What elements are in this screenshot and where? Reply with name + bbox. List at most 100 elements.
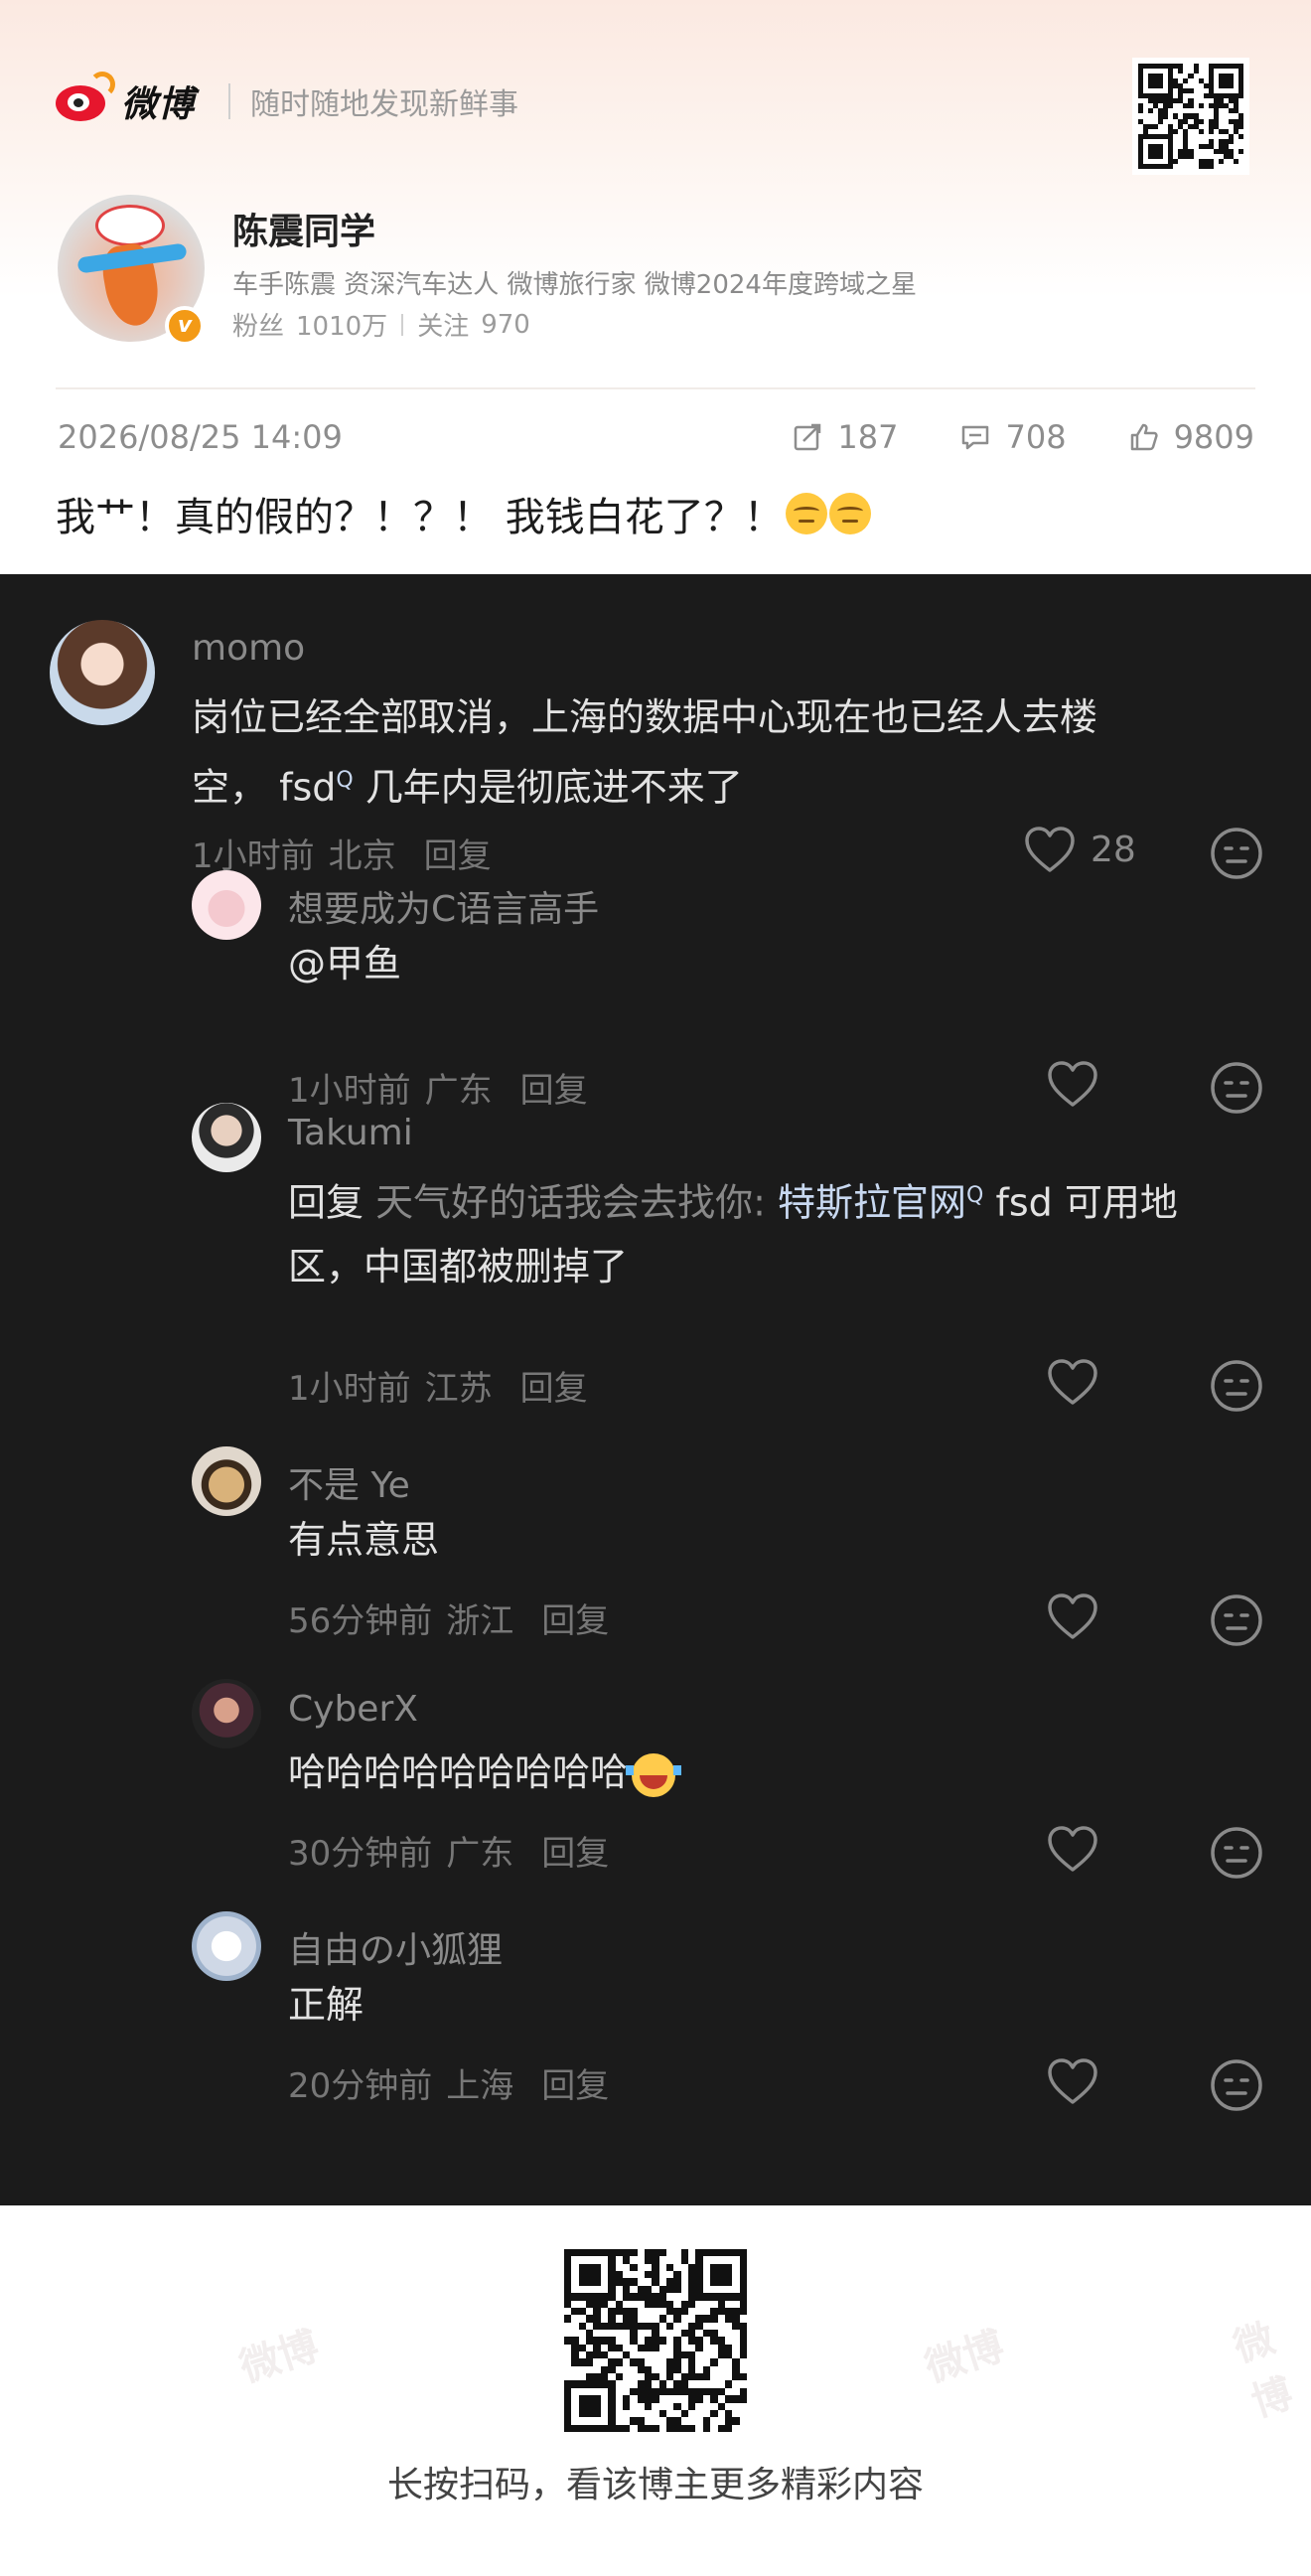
comment-line: 岗位已经全部取消，上海的数据中心现在也已经人去楼 [192, 695, 1098, 739]
qr-code-icon [1132, 58, 1249, 175]
avatar[interactable] [50, 620, 155, 725]
repost-button[interactable]: 187 [792, 418, 898, 456]
post-text: 我艹！真的假的？！？！ 我钱白花了？！ [56, 495, 784, 540]
watermark: 微博 [234, 2323, 325, 2392]
comment-location: 北京 [328, 836, 396, 876]
avatar[interactable] [192, 1679, 261, 1748]
comment-button[interactable]: 708 [959, 418, 1067, 456]
author-name[interactable]: 陈震同学 [232, 203, 375, 254]
dizzy-emoji-icon [785, 493, 827, 534]
like-button[interactable] [1046, 2056, 1099, 2106]
like-button[interactable] [1046, 1357, 1099, 1407]
qr-code-icon[interactable] [558, 2243, 753, 2438]
laugh-cry-emoji-icon [626, 1752, 682, 1797]
commenter-name[interactable]: 自由の小狐狸 [288, 1921, 503, 1973]
comment-location: 浙江 [446, 1601, 514, 1641]
divider [56, 387, 1255, 389]
reply-button[interactable]: 回复 [541, 2058, 609, 2107]
comment-line: 空， fsdQ 几年内是彻底进不来了 [192, 749, 1097, 820]
comment-meta: 1小时前 广东 回复 [288, 1063, 588, 1112]
watermark: 微博 [1228, 2315, 1299, 2427]
comment-time: 1小时前 [288, 1071, 411, 1111]
comment-time: 56分钟前 [288, 1601, 433, 1641]
avatar[interactable] [192, 870, 261, 940]
brand-name: 微博 [121, 84, 196, 125]
fans-count: 1010万 [296, 312, 388, 342]
comment-link[interactable]: 特斯拉官网 [778, 1181, 966, 1225]
brand[interactable]: 微博 随时随地发现新鲜事 [56, 62, 518, 141]
heart-icon [1048, 1826, 1097, 1872]
reply-button[interactable]: 回复 [520, 1361, 588, 1410]
comment-meta: 56分钟前 浙江 回复 [288, 1593, 609, 1642]
commenter-name[interactable]: CyberX [288, 1689, 418, 1730]
avatar[interactable] [192, 1103, 261, 1172]
following-count: 970 [481, 309, 530, 340]
post-content: 我艹！真的假的？！？！ 我钱白花了？！ [56, 485, 871, 542]
comment-text: 岗位已经全部取消，上海的数据中心现在也已经人去楼 空， fsdQ 几年内是彻底进… [192, 685, 1097, 820]
watermark: 微博 [920, 2323, 1010, 2392]
reply-button[interactable]: 回复 [541, 1593, 609, 1642]
repost-icon [795, 423, 821, 451]
comment-screenshot: momo 岗位已经全部取消，上海的数据中心现在也已经人去楼 空， fsdQ 几年… [0, 574, 1311, 2205]
reply-button[interactable]: 回复 [541, 1826, 609, 1875]
comment-line: 回复 天气好的话我会去找你: 特斯拉官网Q fsd 可用地 [288, 1164, 1178, 1235]
heart-icon [1025, 827, 1075, 872]
post-header: 微博 随时随地发现新鲜事 v 陈震同学 车手陈震 资深汽车达人 微博旅行家 微博… [0, 0, 1311, 574]
comment-text-part: 空， fsd [192, 765, 337, 810]
comment-meta: 1小时前 北京 回复 [192, 829, 492, 877]
comment-text-part: 几年内是彻底进不来了 [353, 765, 743, 810]
face-icon[interactable] [1210, 827, 1263, 880]
reply-button[interactable]: 回复 [520, 1063, 588, 1112]
face-icon[interactable] [1210, 1593, 1263, 1647]
search-icon: Q [336, 768, 354, 793]
qr-caption: 长按扫码，看该博主更多精彩内容 [386, 2465, 924, 2505]
like-button[interactable] [1046, 1591, 1099, 1641]
search-icon: Q [966, 1183, 984, 1208]
commenter-name[interactable]: momo [192, 628, 305, 669]
comment-text: 有点意思 [288, 1518, 440, 1562]
avatar[interactable] [192, 1446, 261, 1516]
like-count: 9809 [1173, 418, 1254, 456]
comment-meta: 1小时前 江苏 回复 [288, 1361, 588, 1410]
face-icon[interactable] [1210, 1826, 1263, 1880]
comment-location: 上海 [446, 2066, 514, 2106]
like-button[interactable]: 9809 [1128, 418, 1254, 456]
face-icon[interactable] [1210, 1061, 1263, 1115]
brand-slogan: 随时随地发现新鲜事 [250, 87, 519, 122]
heart-icon [1048, 1359, 1097, 1405]
face-icon[interactable] [1210, 2058, 1263, 2112]
weibo-logo-icon [56, 72, 115, 125]
commenter-name[interactable]: 想要成为C语言高手 [288, 880, 599, 932]
reply-target[interactable]: 天气好的话我会去找你: [375, 1181, 766, 1225]
comment-text: @甲鱼 [288, 942, 402, 985]
author-stats: 粉丝 1010万 关注 970 [232, 306, 530, 343]
comment-text: 哈哈哈哈哈哈哈哈哈 [288, 1741, 682, 1804]
comment-time: 1小时前 [288, 1369, 411, 1409]
comment-text-part: fsd 可用地 [983, 1180, 1178, 1225]
stats-divider [401, 313, 404, 336]
comment-location: 江苏 [424, 1369, 493, 1409]
commenter-name[interactable]: 不是 Ye [288, 1456, 410, 1508]
commenter-name[interactable]: Takumi [288, 1113, 413, 1153]
fans-label: 粉丝 [232, 312, 285, 342]
brand-divider [228, 83, 231, 119]
reply-prefix: 回复 [288, 1180, 364, 1225]
avatar[interactable] [192, 1911, 261, 1981]
like-button[interactable] [1046, 1824, 1099, 1874]
like-count: 28 [1091, 829, 1136, 870]
like-button[interactable]: 28 [1023, 825, 1136, 874]
face-icon[interactable] [1210, 1359, 1263, 1413]
comment-meta: 20分钟前 上海 回复 [288, 2058, 609, 2107]
heart-icon [1048, 1593, 1097, 1639]
comment-icon [962, 425, 989, 450]
comment-time: 1小时前 [192, 836, 315, 876]
thumb-up-icon [1130, 423, 1158, 451]
reply-button[interactable]: 回复 [424, 829, 492, 877]
like-button[interactable] [1046, 1059, 1099, 1109]
post-date: 2026/08/25 14:09 [58, 418, 343, 456]
following-label: 关注 [417, 312, 470, 342]
author-description: 车手陈震 资深汽车达人 微博旅行家 微博2024年度跨域之星 [232, 270, 917, 300]
comment-location: 广东 [446, 1834, 514, 1874]
comment-meta: 30分钟前 广东 回复 [288, 1826, 609, 1875]
comment-time: 30分钟前 [288, 1834, 433, 1874]
